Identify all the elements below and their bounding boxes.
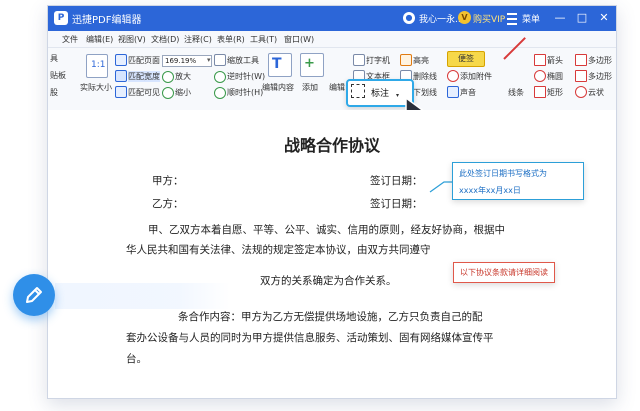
zoom-tool-button[interactable]: 缩放工具 bbox=[227, 55, 259, 66]
zoom-out-button[interactable]: 缩小 bbox=[175, 87, 191, 98]
zoom-in-button[interactable]: 放大 bbox=[175, 71, 191, 82]
edit-content-icon[interactable]: T bbox=[268, 53, 292, 77]
polyline-button[interactable]: 多边形 bbox=[588, 71, 612, 82]
paragraph-line: 套办公设备与人员的同时为甲方提供信息服务、活动策划、固有网络媒体宣传平 bbox=[126, 332, 494, 344]
arrow-icon bbox=[534, 54, 546, 66]
sound-icon bbox=[447, 86, 459, 98]
tool-label[interactable]: 具 bbox=[50, 53, 58, 64]
typewriter-button[interactable]: 打字机 bbox=[366, 55, 390, 66]
fit-visible-button[interactable]: 匹配可见 bbox=[128, 87, 160, 98]
fit-page-button[interactable]: 匹配页面 bbox=[128, 55, 160, 66]
polyline-icon bbox=[575, 70, 587, 82]
edit-button[interactable] bbox=[13, 274, 55, 316]
callout-text: 此处签订日期书写格式为 bbox=[459, 169, 547, 178]
zoom-level-select[interactable]: 169.19% bbox=[162, 55, 212, 67]
highlight-icon bbox=[400, 54, 412, 66]
menu-window[interactable]: 窗口(W) bbox=[284, 34, 314, 45]
attachment-icon bbox=[447, 70, 459, 82]
arrow-button[interactable]: 箭头 bbox=[547, 55, 563, 66]
date-format-callout[interactable]: 此处签订日期书写格式为 xxxx年xx月xx日 bbox=[452, 162, 584, 200]
menu-document[interactable]: 文档(D) bbox=[151, 34, 179, 45]
rotate-counterclockwise-icon bbox=[214, 71, 226, 83]
clipboard-label[interactable]: 贴板 bbox=[50, 70, 66, 81]
close-button[interactable]: ✕ bbox=[596, 10, 612, 26]
pdf-editor-window: P 迅捷PDF编辑器 ● 我心一永.. V 购买VIP 菜单 — □ ✕ 文件 … bbox=[47, 5, 617, 399]
line-button[interactable]: 线条 bbox=[508, 87, 524, 98]
ellipse-button[interactable]: 椭圆 bbox=[547, 71, 563, 82]
sign-date-label: 签订日期： bbox=[370, 175, 423, 187]
buy-vip-button[interactable]: 购买VIP bbox=[473, 12, 505, 25]
typewriter-icon bbox=[353, 54, 365, 66]
strikethrough-button[interactable]: 删除线 bbox=[413, 71, 437, 82]
party-b-label: 乙方： bbox=[152, 198, 184, 210]
menu-file[interactable]: 文件 bbox=[62, 34, 78, 45]
paragraph-line: 条合作内容：甲方为乙方无偿提供场地设施，乙方只负责自己的配 bbox=[178, 311, 483, 323]
toolbar-ribbon: 具 贴板 股 1:1 实际大小 匹配页面 匹配宽度 匹配可见 169.19% ▾… bbox=[48, 37, 616, 111]
menu-edit[interactable]: 编辑(E) bbox=[86, 34, 113, 45]
minimize-button[interactable]: — bbox=[552, 10, 568, 26]
vip-icon[interactable]: V bbox=[458, 11, 471, 24]
edit-form-button[interactable]: 编辑 bbox=[329, 82, 345, 93]
fit-width-button[interactable]: 匹配宽度 bbox=[128, 71, 160, 82]
cloud-icon bbox=[575, 86, 587, 98]
ellipse-icon bbox=[534, 70, 546, 82]
annotate-icon bbox=[351, 84, 365, 98]
maximize-button[interactable]: □ bbox=[574, 10, 590, 26]
partial-label[interactable]: 股 bbox=[50, 87, 58, 98]
fit-width-icon bbox=[115, 70, 127, 82]
rectangle-icon bbox=[534, 86, 546, 98]
zoom-in-icon bbox=[162, 71, 174, 83]
add-icon[interactable]: + bbox=[300, 53, 324, 77]
cloud-button[interactable]: 云状 bbox=[588, 87, 604, 98]
add-button[interactable]: 添加 bbox=[302, 82, 318, 93]
paragraph-line: 双方的关系确定为合作关系。 bbox=[260, 275, 397, 287]
rotate-clockwise-icon bbox=[214, 87, 226, 99]
fit-page-icon bbox=[115, 54, 127, 66]
menu-tools[interactable]: 工具(T) bbox=[250, 34, 277, 45]
polygon-button[interactable]: 多边形 bbox=[588, 55, 612, 66]
rectangle-button[interactable]: 矩形 bbox=[547, 87, 563, 98]
chevron-down-icon[interactable]: ▾ bbox=[207, 56, 211, 64]
party-a-label: 甲方： bbox=[152, 175, 184, 187]
menu-button[interactable]: 菜单 bbox=[522, 12, 540, 25]
paragraph-line: 台。 bbox=[126, 353, 147, 365]
document-page: 战略合作协议 甲方： 签订日期： 乙方： 签订日期： 此处签订日期书写格式为 x… bbox=[48, 110, 616, 398]
zoom-tool-icon bbox=[214, 54, 226, 66]
sign-date-label: 签订日期： bbox=[370, 198, 423, 210]
user-icon[interactable]: ● bbox=[403, 12, 415, 24]
app-title: 迅捷PDF编辑器 bbox=[72, 15, 142, 26]
callout-text: xxxx年xx月xx日 bbox=[459, 186, 521, 195]
edit-content-button[interactable]: 编辑内容 bbox=[262, 82, 294, 93]
actual-size-icon[interactable]: 1:1 bbox=[86, 54, 108, 78]
edit-prompt-bar bbox=[55, 283, 230, 309]
pen-edit-icon bbox=[26, 287, 42, 303]
zoom-out-icon bbox=[162, 87, 174, 99]
add-attachment-button[interactable]: 添加附件 bbox=[460, 71, 492, 82]
sticky-note-button[interactable]: 便签 bbox=[458, 53, 474, 64]
title-bar: P 迅捷PDF编辑器 ● 我心一永.. V 购买VIP 菜单 — □ ✕ bbox=[48, 6, 616, 31]
app-logo-icon: P bbox=[54, 11, 68, 25]
terms-callout[interactable]: 以下协议条款请详细阅读 bbox=[453, 262, 555, 283]
document-title: 战略合作协议 bbox=[283, 136, 380, 155]
user-account[interactable]: 我心一永.. bbox=[419, 12, 461, 25]
paragraph-line: 华人民共和国有关法律、法规的规定签定本协议，由双方共同遵守 bbox=[126, 244, 431, 256]
rotate-clockwise-button[interactable]: 顺时针(H) bbox=[227, 87, 263, 98]
fit-visible-icon bbox=[115, 86, 127, 98]
actual-size-button[interactable]: 实际大小 bbox=[80, 82, 112, 93]
menu-view[interactable]: 视图(V) bbox=[118, 34, 146, 45]
annotate-label: 标注 bbox=[371, 89, 390, 99]
rotate-counterclockwise-button[interactable]: 逆时针(W) bbox=[227, 71, 265, 82]
polygon-icon bbox=[575, 54, 587, 66]
menu-bar: 文件 编辑(E) 视图(V) 文档(D) 注释(C) 表单(R) 工具(T) 窗… bbox=[48, 31, 616, 48]
paragraph-line: 甲、乙双方本着自愿、平等、公平、诚实、信用的原则，经友好协商，根据中 bbox=[148, 224, 505, 236]
highlight-button[interactable]: 高亮 bbox=[413, 55, 429, 66]
sound-button[interactable]: 声音 bbox=[460, 87, 476, 98]
menu-comment[interactable]: 注释(C) bbox=[184, 34, 212, 45]
menu-icon[interactable] bbox=[507, 13, 517, 25]
menu-form[interactable]: 表单(R) bbox=[217, 34, 245, 45]
